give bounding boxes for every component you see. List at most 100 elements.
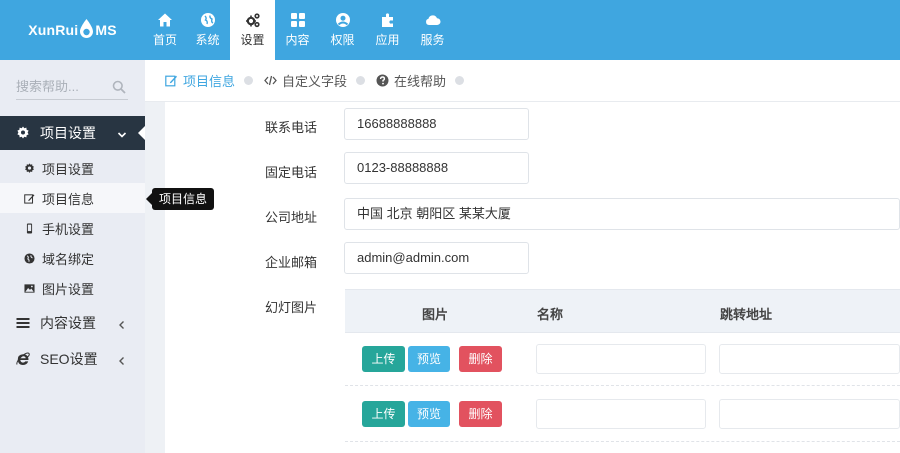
sidebar-item-label: 项目设置 [42, 161, 95, 177]
nav-system[interactable]: 系统 [185, 0, 230, 60]
nav-label: 内容 [285, 33, 310, 47]
column-header-image: 图片 [422, 307, 449, 322]
sidebar-group-seo-settings[interactable]: SEO设置 [0, 342, 145, 376]
globe-icon [200, 12, 216, 28]
sidebar: 项目设置 项目设置 项目信息 手机设置 域名绑定 图片设置 内容设置 SEO设置 [0, 60, 146, 453]
cloud-icon [425, 12, 441, 28]
bars-icon [16, 316, 30, 330]
sidebar-group-label: 项目设置 [40, 125, 96, 141]
sidebar-tooltip: 项目信息 [145, 188, 215, 210]
slide-name-input[interactable] [536, 344, 706, 374]
tab-label: 项目信息 [183, 74, 236, 89]
sidebar-item-label: 图片设置 [42, 281, 95, 297]
nav-label: 设置 [240, 33, 265, 47]
sidebar-item-domain-binding[interactable]: 域名绑定 [0, 243, 145, 273]
edit-icon [165, 74, 178, 87]
sidebar-item-label: 域名绑定 [42, 251, 95, 267]
address-field[interactable]: 中国 北京 朝阳区 某某大厦 [344, 198, 900, 230]
tab-bar: 项目信息 自定义字段 在线帮助 [145, 60, 900, 102]
code-icon [264, 74, 277, 87]
column-header-name: 名称 [537, 307, 564, 322]
sidebar-item-mobile-settings[interactable]: 手机设置 [0, 213, 145, 243]
sidebar-group-label: SEO设置 [40, 351, 98, 367]
nav-apps[interactable]: 应用 [365, 0, 410, 60]
nav-label: 首页 [152, 33, 177, 47]
phone-label: 联系电话 [265, 120, 318, 135]
tab-project-info[interactable]: 项目信息 [165, 71, 235, 90]
sidebar-search [16, 74, 128, 100]
tab-separator [356, 76, 366, 85]
row-divider [345, 385, 900, 386]
edit-icon [24, 193, 35, 204]
gear-icon [16, 126, 30, 140]
nav-label: 权限 [330, 33, 355, 47]
preview-button[interactable]: 预览 [408, 401, 450, 427]
phone-field[interactable]: 16688888888 [344, 108, 529, 140]
main-content: 项目信息 自定义字段 在线帮助 联系电话 16688888888 固定电话 01… [145, 60, 900, 453]
delete-button[interactable]: 删除 [459, 401, 502, 427]
nav-content[interactable]: 内容 [275, 0, 320, 60]
upload-button[interactable]: 上传 [362, 401, 405, 427]
slide-name-input[interactable] [536, 399, 706, 429]
globe-icon [24, 252, 35, 264]
nav-permissions[interactable]: 权限 [320, 0, 365, 60]
grid-icon [290, 12, 306, 28]
sidebar-group-label: 内容设置 [40, 315, 96, 331]
sidebar-group-project-settings[interactable]: 项目设置 [0, 116, 146, 150]
column-header-url: 跳转地址 [720, 307, 773, 322]
slides-table-header: 图片 名称 跳转地址 [345, 289, 900, 333]
chevron-left-icon [117, 353, 127, 365]
sidebar-group-content-settings[interactable]: 内容设置 [0, 306, 145, 340]
nav-label: 系统 [195, 33, 220, 47]
picture-icon [24, 283, 35, 294]
logo-prefix: XunRui [28, 22, 79, 38]
slide-url-input[interactable] [719, 399, 900, 429]
nav-services[interactable]: 服务 [410, 0, 455, 60]
slide-url-input[interactable] [719, 344, 900, 374]
delete-button[interactable]: 删除 [459, 346, 502, 372]
upload-button[interactable]: 上传 [362, 346, 405, 372]
chevron-down-icon [117, 127, 127, 138]
gear-icon [24, 162, 35, 174]
tab-separator [244, 76, 254, 85]
question-icon [376, 74, 389, 87]
sidebar-item-project-settings[interactable]: 项目设置 [0, 153, 145, 183]
sidebar-item-image-settings[interactable]: 图片设置 [0, 273, 145, 303]
tab-label: 自定义字段 [282, 74, 348, 89]
nav-label: 服务 [420, 33, 445, 47]
logo-suffix: MS [95, 22, 117, 38]
home-icon [157, 12, 173, 28]
top-nav: 首页 系统 设置 内容 权限 应用 服务 [145, 0, 455, 60]
nav-settings[interactable]: 设置 [230, 0, 275, 60]
chevron-left-icon [117, 317, 127, 329]
sidebar-item-label: 项目信息 [42, 191, 95, 207]
tab-label: 在线帮助 [394, 74, 447, 89]
preview-button[interactable]: 预览 [408, 346, 450, 372]
search-icon[interactable] [112, 80, 126, 94]
content-body: 联系电话 16688888888 固定电话 0123-88888888 公司地址… [145, 102, 900, 453]
app-logo[interactable]: XunRui MS [0, 0, 145, 60]
sidebar-item-project-info[interactable]: 项目信息 [0, 183, 145, 213]
top-header: XunRui MS 首页 系统 设置 内容 权限 应用 服务 [0, 0, 900, 60]
cogs-icon [245, 12, 261, 28]
drop-logo-icon [79, 19, 94, 39]
nav-home[interactable]: 首页 [145, 0, 185, 60]
ie-icon [16, 352, 30, 366]
address-label: 公司地址 [265, 210, 318, 225]
email-label: 企业邮箱 [265, 255, 318, 270]
user-circle-icon [335, 12, 351, 28]
mobile-icon [24, 222, 35, 234]
form-panel: 联系电话 16688888888 固定电话 0123-88888888 公司地址… [165, 102, 900, 453]
tab-online-help[interactable]: 在线帮助 [376, 71, 446, 90]
tab-separator [455, 76, 465, 85]
tab-custom-fields[interactable]: 自定义字段 [264, 71, 347, 90]
puzzle-icon [380, 12, 396, 28]
email-field[interactable]: admin@admin.com [344, 242, 529, 274]
nav-label: 应用 [375, 33, 400, 47]
row-divider [345, 441, 900, 442]
search-input[interactable] [16, 74, 106, 98]
tel-field[interactable]: 0123-88888888 [344, 152, 529, 184]
sidebar-item-label: 手机设置 [42, 221, 95, 237]
slides-label: 幻灯图片 [265, 300, 318, 315]
tel-label: 固定电话 [265, 165, 318, 180]
